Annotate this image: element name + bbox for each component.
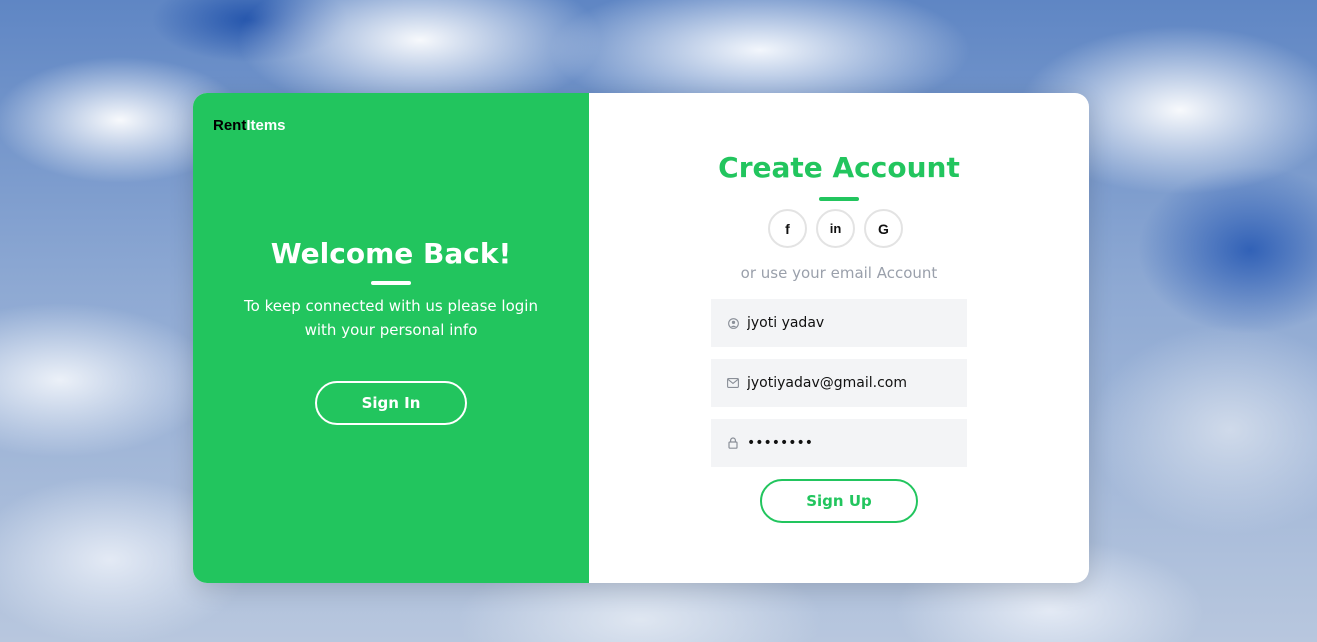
logo[interactable]: RentItems [213, 117, 286, 134]
password-field[interactable] [711, 419, 967, 467]
name-input[interactable] [747, 315, 957, 331]
email-input[interactable] [747, 375, 957, 391]
envelope-icon [727, 377, 739, 389]
title-underline [819, 197, 859, 201]
password-input[interactable] [747, 435, 957, 451]
title-underline [371, 281, 411, 285]
name-field[interactable] [711, 299, 967, 347]
facebook-button[interactable]: f [768, 209, 807, 248]
alt-signup-text: or use your email Account [740, 264, 938, 282]
welcome-panel: RentItems Welcome Back! To keep connecte… [193, 93, 589, 583]
lock-icon [727, 437, 739, 449]
create-account-panel: Create Account f in G or use your email … [589, 93, 1089, 583]
welcome-text: To keep connected with us please login w… [244, 297, 538, 339]
google-button[interactable]: G [864, 209, 903, 248]
create-account-title: Create Account [718, 151, 960, 184]
logo-part-items: Items [246, 117, 286, 134]
linkedin-button[interactable]: in [816, 209, 855, 248]
facebook-icon: f [785, 220, 790, 237]
linkedin-icon: in [829, 221, 842, 236]
email-field[interactable] [711, 359, 967, 407]
sign-in-button[interactable]: Sign In [315, 381, 467, 425]
social-buttons: f in G [768, 209, 903, 248]
welcome-title: Welcome Back! [270, 237, 512, 270]
google-icon: G [878, 220, 889, 237]
logo-part-rent: Rent [213, 117, 247, 134]
user-icon [727, 317, 739, 329]
auth-card: RentItems Welcome Back! To keep connecte… [193, 93, 1089, 583]
sign-up-button[interactable]: Sign Up [760, 479, 918, 523]
